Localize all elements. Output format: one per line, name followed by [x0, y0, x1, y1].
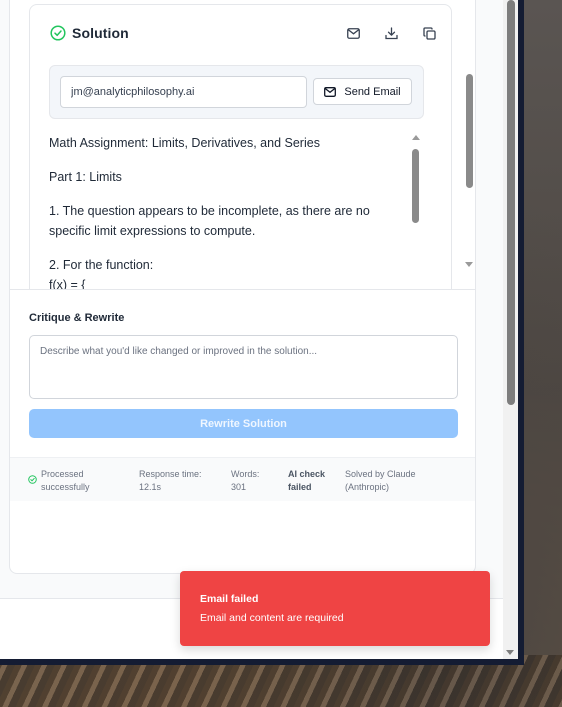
response-value: 12.1s: [139, 482, 162, 493]
content-scroll-thumb[interactable]: [412, 149, 419, 223]
ai-check-label: AI check: [288, 469, 326, 479]
page: Solution jm@analyticphilosophy.ai Send E…: [0, 0, 503, 659]
status-bar: Processed successfully Response time: 12…: [10, 457, 475, 501]
solution-title: Solution: [72, 25, 129, 41]
scroll-up-arrow[interactable]: [412, 135, 420, 140]
solution-line: 1. The question appears to be incomplete…: [49, 204, 370, 238]
solution-card: Solution jm@analyticphilosophy.ai Send E…: [29, 4, 452, 304]
solution-panel: Solution jm@analyticphilosophy.ai Send E…: [9, 0, 476, 574]
page-scrollbar[interactable]: [503, 0, 518, 659]
solved-value: (Anthropic): [345, 482, 390, 493]
response-label: Response time:: [139, 469, 202, 479]
send-email-button[interactable]: Send Email: [313, 78, 412, 105]
status-solved-by: Solved by Claude (Anthropic): [345, 468, 416, 494]
page-scroll-down-arrow[interactable]: [506, 650, 514, 655]
email-icon[interactable]: [345, 25, 361, 41]
solution-line: 2. For the function:: [49, 258, 154, 272]
words-value: 301: [231, 482, 247, 493]
copy-icon[interactable]: [421, 25, 437, 41]
rewrite-solution-button[interactable]: Rewrite Solution: [29, 409, 458, 438]
solution-line: Math Assignment: Limits, Derivatives, an…: [49, 136, 320, 150]
mail-icon: [324, 86, 337, 97]
email-input[interactable]: [60, 76, 307, 108]
email-section: Send Email: [49, 65, 424, 119]
content-scrollbar[interactable]: [410, 133, 424, 288]
solution-actions: [345, 21, 437, 45]
solution-line: Part 1: Limits: [49, 170, 122, 184]
error-toast[interactable]: Email failed Email and content are requi…: [180, 571, 490, 646]
browser-viewport: Solution jm@analyticphilosophy.ai Send E…: [0, 0, 518, 659]
critique-section: Critique & Rewrite Rewrite Solution: [10, 289, 475, 469]
words-label: Words:: [231, 469, 260, 479]
ai-check-value: failed: [288, 482, 312, 493]
page-scroll-thumb[interactable]: [507, 0, 515, 405]
status-words: Words: 301: [231, 468, 259, 494]
status-processed: Processed successfully: [41, 469, 90, 493]
solution-header: Solution: [50, 21, 441, 45]
check-circle-icon: [50, 25, 66, 41]
status-ai-check: AI check failed: [288, 468, 325, 494]
browser-window: Solution jm@analyticphilosophy.ai Send E…: [0, 0, 524, 665]
success-icon: [28, 475, 37, 484]
critique-label: Critique & Rewrite: [29, 312, 125, 324]
panel-scroll-thumb[interactable]: [466, 74, 473, 188]
download-icon[interactable]: [383, 25, 399, 41]
toast-title: Email failed: [200, 593, 259, 605]
status-response: Response time: 12.1s: [139, 468, 202, 494]
critique-input[interactable]: [29, 335, 458, 399]
solved-label: Solved by Claude: [345, 469, 416, 479]
toast-message: Email and content are required: [200, 612, 344, 624]
solution-content: Math Assignment: Limits, Derivatives, an…: [49, 133, 409, 291]
scroll-down-arrow[interactable]: [465, 262, 473, 267]
send-email-label: Send Email: [344, 85, 401, 98]
